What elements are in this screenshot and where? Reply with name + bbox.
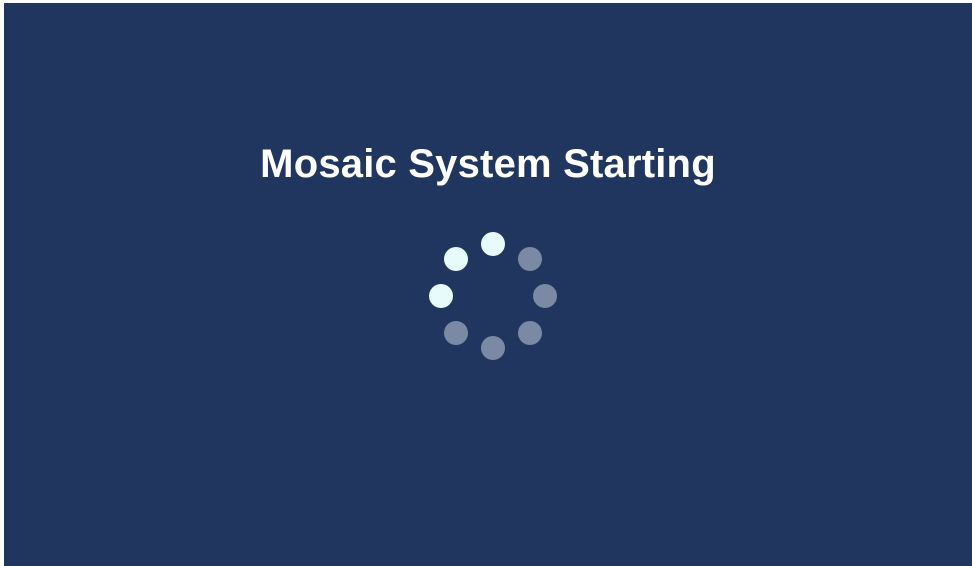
spinner-dot [429,284,453,308]
spinner-dot [444,320,469,345]
loading-spinner [4,3,972,566]
spinner-dot [533,284,557,308]
spinner-dot [517,320,542,345]
spinner-dot [517,247,542,272]
boot-screen: Mosaic System Starting [4,3,972,566]
spinner-dot [444,247,469,272]
spinner-dot [481,232,505,256]
spinner-dot [481,336,505,360]
